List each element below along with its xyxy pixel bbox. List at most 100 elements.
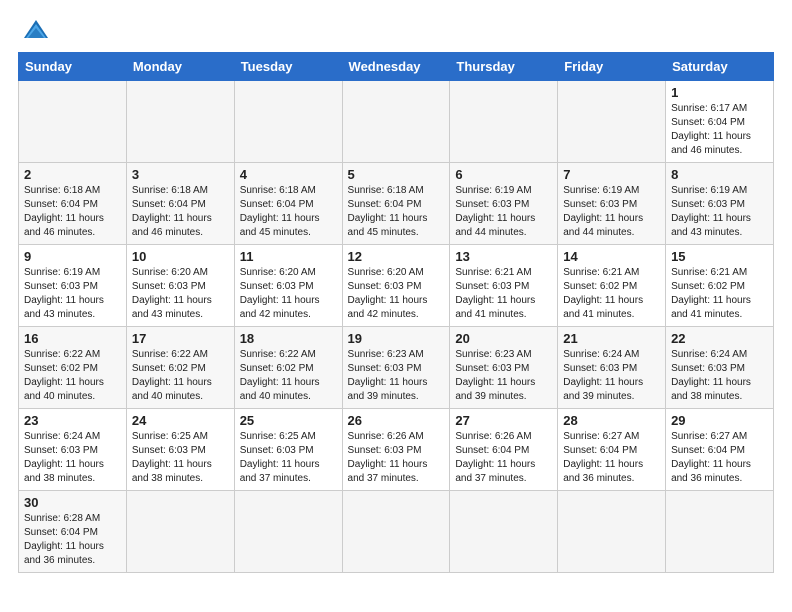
calendar-cell: 24Sunrise: 6:25 AMSunset: 6:03 PMDayligh… (126, 409, 234, 491)
col-header-monday: Monday (126, 53, 234, 81)
calendar-cell (342, 491, 450, 573)
calendar-cell: 29Sunrise: 6:27 AMSunset: 6:04 PMDayligh… (666, 409, 774, 491)
day-info: Sunrise: 6:22 AMSunset: 6:02 PMDaylight:… (132, 348, 229, 404)
calendar-cell: 3 Sunrise: 6:18 AMSunset: 6:04 PMDaylight… (126, 163, 234, 245)
day-info: Sunrise: 6:20 AMSunset: 6:03 PMDaylight:… (240, 266, 337, 322)
day-info: Sunrise: 6:21 AMSunset: 6:02 PMDaylight:… (671, 266, 768, 322)
day-number: 14 (563, 249, 660, 264)
calendar-week-row: 1 Sunrise: 6:17 AMSunset: 6:04 PMDaylight… (19, 81, 774, 163)
day-number: 3 (132, 167, 229, 182)
day-number: 28 (563, 413, 660, 428)
day-number: 27 (455, 413, 552, 428)
day-info: Sunrise: 6:19 AMSunset: 6:03 PMDaylight:… (563, 184, 660, 240)
day-number: 1 (671, 85, 768, 100)
day-number: 13 (455, 249, 552, 264)
calendar-cell: 8 Sunrise: 6:19 AMSunset: 6:03 PMDaylight… (666, 163, 774, 245)
calendar-cell: 22 Sunrise: 6:24 AMSunset: 6:03 PMDayligh… (666, 327, 774, 409)
day-info: Sunrise: 6:23 AMSunset: 6:03 PMDaylight:… (455, 348, 552, 404)
calendar-cell (19, 81, 127, 163)
calendar-cell: 7 Sunrise: 6:19 AMSunset: 6:03 PMDaylight… (558, 163, 666, 245)
calendar-cell (450, 491, 558, 573)
day-number: 5 (348, 167, 445, 182)
calendar-cell: 12 Sunrise: 6:20 AMSunset: 6:03 PMDayligh… (342, 245, 450, 327)
day-number: 15 (671, 249, 768, 264)
day-info: Sunrise: 6:25 AMSunset: 6:03 PMDaylight:… (240, 430, 337, 486)
day-info: Sunrise: 6:19 AMSunset: 6:03 PMDaylight:… (455, 184, 552, 240)
day-info: Sunrise: 6:18 AMSunset: 6:04 PMDaylight:… (24, 184, 121, 240)
calendar-week-row: 16 Sunrise: 6:22 AMSunset: 6:02 PMDayligh… (19, 327, 774, 409)
day-number: 6 (455, 167, 552, 182)
day-number: 17 (132, 331, 229, 346)
day-info: Sunrise: 6:17 AMSunset: 6:04 PMDaylight:… (671, 102, 768, 158)
calendar-week-row: 30 Sunrise: 6:28 AMSunset: 6:04 PMDayligh… (19, 491, 774, 573)
day-number: 8 (671, 167, 768, 182)
col-header-wednesday: Wednesday (342, 53, 450, 81)
day-info: Sunrise: 6:24 AMSunset: 6:03 PMDaylight:… (24, 430, 121, 486)
calendar-cell: 9 Sunrise: 6:19 AMSunset: 6:03 PMDaylight… (19, 245, 127, 327)
day-number: 26 (348, 413, 445, 428)
day-info: Sunrise: 6:27 AMSunset: 6:04 PMDaylight:… (671, 430, 768, 486)
calendar: SundayMondayTuesdayWednesdayThursdayFrid… (18, 52, 774, 573)
calendar-week-row: 2Sunrise: 6:18 AMSunset: 6:04 PMDaylight… (19, 163, 774, 245)
calendar-cell: 10Sunrise: 6:20 AMSunset: 6:03 PMDayligh… (126, 245, 234, 327)
calendar-cell: 4 Sunrise: 6:18 AMSunset: 6:04 PMDaylight… (234, 163, 342, 245)
calendar-cell: 5Sunrise: 6:18 AMSunset: 6:04 PMDaylight… (342, 163, 450, 245)
calendar-cell (342, 81, 450, 163)
calendar-cell: 16 Sunrise: 6:22 AMSunset: 6:02 PMDayligh… (19, 327, 127, 409)
calendar-cell (234, 81, 342, 163)
day-info: Sunrise: 6:20 AMSunset: 6:03 PMDaylight:… (348, 266, 445, 322)
day-info: Sunrise: 6:28 AMSunset: 6:04 PMDaylight:… (24, 512, 121, 568)
page: SundayMondayTuesdayWednesdayThursdayFrid… (0, 0, 792, 591)
calendar-cell: 6 Sunrise: 6:19 AMSunset: 6:03 PMDaylight… (450, 163, 558, 245)
calendar-cell: 18 Sunrise: 6:22 AMSunset: 6:02 PMDayligh… (234, 327, 342, 409)
calendar-week-row: 23Sunrise: 6:24 AMSunset: 6:03 PMDayligh… (19, 409, 774, 491)
calendar-cell: 11 Sunrise: 6:20 AMSunset: 6:03 PMDayligh… (234, 245, 342, 327)
calendar-cell (558, 81, 666, 163)
calendar-cell: 2Sunrise: 6:18 AMSunset: 6:04 PMDaylight… (19, 163, 127, 245)
calendar-cell (450, 81, 558, 163)
calendar-cell: 17 Sunrise: 6:22 AMSunset: 6:02 PMDayligh… (126, 327, 234, 409)
day-info: Sunrise: 6:22 AMSunset: 6:02 PMDaylight:… (24, 348, 121, 404)
calendar-cell: 27 Sunrise: 6:26 AMSunset: 6:04 PMDayligh… (450, 409, 558, 491)
calendar-cell (126, 81, 234, 163)
calendar-cell: 13 Sunrise: 6:21 AMSunset: 6:03 PMDayligh… (450, 245, 558, 327)
col-header-friday: Friday (558, 53, 666, 81)
col-header-saturday: Saturday (666, 53, 774, 81)
logo (18, 18, 50, 42)
calendar-cell: 28 Sunrise: 6:27 AMSunset: 6:04 PMDayligh… (558, 409, 666, 491)
col-header-tuesday: Tuesday (234, 53, 342, 81)
day-info: Sunrise: 6:19 AMSunset: 6:03 PMDaylight:… (24, 266, 121, 322)
day-number: 9 (24, 249, 121, 264)
day-number: 30 (24, 495, 121, 510)
calendar-cell (558, 491, 666, 573)
day-info: Sunrise: 6:26 AMSunset: 6:03 PMDaylight:… (348, 430, 445, 486)
day-info: Sunrise: 6:26 AMSunset: 6:04 PMDaylight:… (455, 430, 552, 486)
day-number: 10 (132, 249, 229, 264)
day-number: 11 (240, 249, 337, 264)
col-header-thursday: Thursday (450, 53, 558, 81)
day-info: Sunrise: 6:27 AMSunset: 6:04 PMDaylight:… (563, 430, 660, 486)
calendar-week-row: 9 Sunrise: 6:19 AMSunset: 6:03 PMDaylight… (19, 245, 774, 327)
col-header-sunday: Sunday (19, 53, 127, 81)
day-info: Sunrise: 6:23 AMSunset: 6:03 PMDaylight:… (348, 348, 445, 404)
day-number: 12 (348, 249, 445, 264)
calendar-cell (234, 491, 342, 573)
day-info: Sunrise: 6:18 AMSunset: 6:04 PMDaylight:… (240, 184, 337, 240)
day-info: Sunrise: 6:21 AMSunset: 6:03 PMDaylight:… (455, 266, 552, 322)
day-info: Sunrise: 6:19 AMSunset: 6:03 PMDaylight:… (671, 184, 768, 240)
day-number: 7 (563, 167, 660, 182)
day-number: 4 (240, 167, 337, 182)
calendar-cell: 21 Sunrise: 6:24 AMSunset: 6:03 PMDayligh… (558, 327, 666, 409)
day-number: 16 (24, 331, 121, 346)
day-info: Sunrise: 6:24 AMSunset: 6:03 PMDaylight:… (563, 348, 660, 404)
calendar-cell: 25Sunrise: 6:25 AMSunset: 6:03 PMDayligh… (234, 409, 342, 491)
calendar-cell: 26 Sunrise: 6:26 AMSunset: 6:03 PMDayligh… (342, 409, 450, 491)
day-number: 22 (671, 331, 768, 346)
day-number: 21 (563, 331, 660, 346)
day-info: Sunrise: 6:18 AMSunset: 6:04 PMDaylight:… (132, 184, 229, 240)
calendar-cell: 14Sunrise: 6:21 AMSunset: 6:02 PMDayligh… (558, 245, 666, 327)
day-info: Sunrise: 6:24 AMSunset: 6:03 PMDaylight:… (671, 348, 768, 404)
day-number: 18 (240, 331, 337, 346)
day-info: Sunrise: 6:22 AMSunset: 6:02 PMDaylight:… (240, 348, 337, 404)
calendar-cell: 15 Sunrise: 6:21 AMSunset: 6:02 PMDayligh… (666, 245, 774, 327)
